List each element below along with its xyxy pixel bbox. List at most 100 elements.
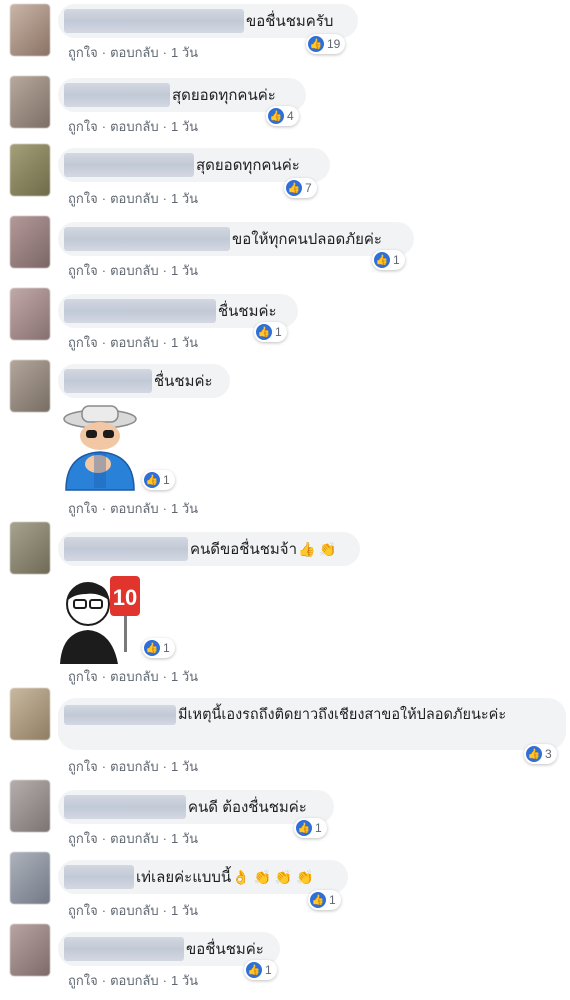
- emoji-ok-clap: 👌 👏 👏 👏: [232, 868, 314, 885]
- commenter-name-blurred[interactable]: [64, 83, 170, 107]
- like-link[interactable]: ถูกใจ: [68, 45, 98, 60]
- reaction-count[interactable]: 👍 7: [284, 178, 317, 198]
- commenter-name-blurred[interactable]: [64, 9, 244, 33]
- reaction-count[interactable]: 👍 1: [244, 960, 277, 980]
- avatar[interactable]: [10, 688, 50, 740]
- like-link[interactable]: ถูกใจ: [68, 759, 98, 774]
- avatar[interactable]: [10, 216, 50, 268]
- like-thumb-icon: 👍: [286, 180, 302, 196]
- comment-text: เท่เลยค่ะแบบนี้: [136, 869, 232, 886]
- comment-actions: ถูกใจ · ตอบกลับ · 1 วัน: [68, 119, 199, 134]
- reaction-count[interactable]: 👍 1: [254, 322, 287, 342]
- commenter-name-blurred[interactable]: [64, 865, 134, 889]
- like-link[interactable]: ถูกใจ: [68, 831, 98, 846]
- comment-actions: ถูกใจ · ตอบกลับ · 1 วัน: [68, 335, 199, 350]
- reply-link[interactable]: ตอบกลับ: [110, 759, 159, 774]
- comment-actions: ถูกใจ · ตอบกลับ · 1 วัน: [68, 45, 199, 60]
- commenter-name-blurred[interactable]: [64, 227, 230, 251]
- reaction-count[interactable]: 👍 3: [524, 744, 557, 764]
- timestamp[interactable]: 1 วัน: [171, 759, 198, 774]
- comment-actions: ถูกใจ · ตอบกลับ · 1 วัน: [68, 501, 199, 516]
- avatar[interactable]: [10, 144, 50, 196]
- timestamp[interactable]: 1 วัน: [171, 903, 198, 918]
- avatar[interactable]: [10, 4, 50, 56]
- like-link[interactable]: ถูกใจ: [68, 263, 98, 278]
- commenter-name-blurred[interactable]: [64, 795, 186, 819]
- reply-link[interactable]: ตอบกลับ: [110, 335, 159, 350]
- timestamp[interactable]: 1 วัน: [171, 45, 198, 60]
- comment-text: ชื่นชมค่ะ: [154, 373, 213, 390]
- avatar[interactable]: [10, 924, 50, 976]
- commenter-name-blurred[interactable]: [64, 537, 188, 561]
- like-thumb-icon: 👍: [296, 820, 312, 836]
- comment-bubble: ขอชื่นชมค่ะ: [58, 932, 280, 966]
- commenter-name-blurred[interactable]: [64, 705, 176, 726]
- reaction-count[interactable]: 👍 1: [372, 250, 405, 270]
- reaction-count[interactable]: 👍 1: [142, 638, 175, 658]
- reply-link[interactable]: ตอบกลับ: [110, 903, 159, 918]
- commenter-name-blurred[interactable]: [64, 153, 194, 177]
- reaction-count[interactable]: 👍 19: [306, 34, 346, 54]
- reply-link[interactable]: ตอบกลับ: [110, 501, 159, 516]
- timestamp[interactable]: 1 วัน: [171, 831, 198, 846]
- reaction-count[interactable]: 👍 4: [266, 106, 299, 126]
- timestamp[interactable]: 1 วัน: [171, 669, 198, 684]
- commenter-name-blurred[interactable]: [64, 299, 216, 323]
- comment-text: ขอชื่นชมครับ: [246, 13, 334, 30]
- like-thumb-icon: 👍: [256, 324, 272, 340]
- avatar[interactable]: [10, 76, 50, 128]
- reply-link[interactable]: ตอบกลับ: [110, 973, 159, 988]
- comment-actions: ถูกใจ · ตอบกลับ · 1 วัน: [68, 759, 199, 774]
- like-link[interactable]: ถูกใจ: [68, 119, 98, 134]
- timestamp[interactable]: 1 วัน: [171, 501, 198, 516]
- reply-link[interactable]: ตอบกลับ: [110, 119, 159, 134]
- timestamp[interactable]: 1 วัน: [171, 263, 198, 278]
- comment-text: มีเหตุนี้เองรถถึงติดยาวถึงเชียงสาขอให้ปล…: [178, 707, 507, 723]
- comment-text: คนดี ต้องชื่นชมค่ะ: [188, 799, 307, 816]
- reply-link[interactable]: ตอบกลับ: [110, 45, 159, 60]
- avatar[interactable]: [10, 852, 50, 904]
- like-link[interactable]: ถูกใจ: [68, 669, 98, 684]
- like-thumb-icon: 👍: [246, 962, 262, 978]
- comment-actions: ถูกใจ · ตอบกลับ · 1 วัน: [68, 669, 199, 684]
- like-link[interactable]: ถูกใจ: [68, 973, 98, 988]
- like-thumb-icon: 👍: [268, 108, 284, 124]
- comment-bubble: คนดี ต้องชื่นชมค่ะ: [58, 790, 334, 824]
- sticker-cowboy-clapping: [63, 405, 137, 491]
- like-link[interactable]: ถูกใจ: [68, 191, 98, 206]
- like-link[interactable]: ถูกใจ: [68, 501, 98, 516]
- emoji-thumbs-clap: 👍 👏: [298, 540, 337, 557]
- like-thumb-icon: 👍: [144, 640, 160, 656]
- comment-actions: ถูกใจ · ตอบกลับ · 1 วัน: [68, 903, 199, 918]
- comment-bubble: สุดยอดทุกคนค่ะ: [58, 148, 330, 182]
- like-thumb-icon: 👍: [526, 746, 542, 762]
- timestamp[interactable]: 1 วัน: [171, 119, 198, 134]
- avatar[interactable]: [10, 288, 50, 340]
- avatar[interactable]: [10, 780, 50, 832]
- reaction-count[interactable]: 👍 1: [308, 890, 341, 910]
- comment-text: คนดีขอชื่นชมจ้า: [190, 541, 298, 558]
- comment-bubble: คนดีขอชื่นชมจ้า 👍 👏: [58, 532, 360, 566]
- reaction-count[interactable]: 👍 1: [294, 818, 327, 838]
- commenter-name-blurred[interactable]: [64, 369, 152, 393]
- comment-text: ขอชื่นชมค่ะ: [186, 941, 264, 958]
- comment-bubble: เท่เลยค่ะแบบนี้ 👌 👏 👏 👏: [58, 860, 348, 894]
- like-link[interactable]: ถูกใจ: [68, 335, 98, 350]
- reaction-count[interactable]: 👍 1: [142, 470, 175, 490]
- commenter-name-blurred[interactable]: [64, 937, 184, 961]
- timestamp[interactable]: 1 วัน: [171, 973, 198, 988]
- reply-link[interactable]: ตอบกลับ: [110, 191, 159, 206]
- comment-text: ชื่นชมค่ะ: [218, 303, 277, 320]
- timestamp[interactable]: 1 วัน: [171, 191, 198, 206]
- avatar[interactable]: [10, 522, 50, 574]
- like-link[interactable]: ถูกใจ: [68, 903, 98, 918]
- reply-link[interactable]: ตอบกลับ: [110, 263, 159, 278]
- like-thumb-icon: 👍: [310, 892, 326, 908]
- avatar[interactable]: [10, 360, 50, 412]
- timestamp[interactable]: 1 วัน: [171, 335, 198, 350]
- comment-text: สุดยอดทุกคนค่ะ: [172, 87, 276, 104]
- reply-link[interactable]: ตอบกลับ: [110, 831, 159, 846]
- comment-bubble: สุดยอดทุกคนค่ะ: [58, 78, 306, 112]
- reply-link[interactable]: ตอบกลับ: [110, 669, 159, 684]
- like-thumb-icon: 👍: [374, 252, 390, 268]
